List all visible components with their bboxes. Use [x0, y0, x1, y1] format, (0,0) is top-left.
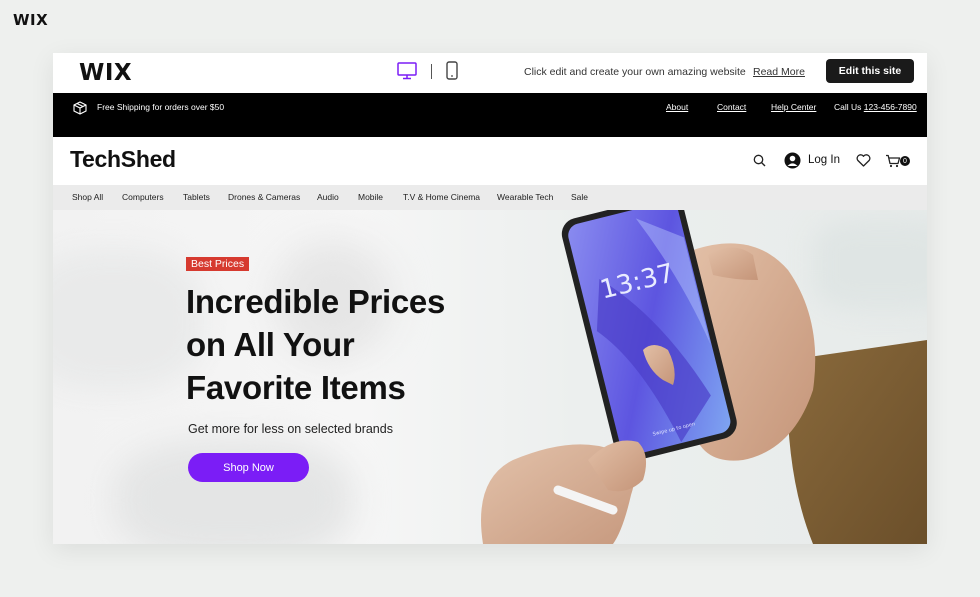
- free-shipping-text: Free Shipping for orders over $50: [97, 102, 225, 112]
- nav-drones-cameras[interactable]: Drones & Cameras: [228, 192, 300, 202]
- wix-corner-logo: WIX: [13, 11, 49, 29]
- hero-subheadline: Get more for less on selected brands: [188, 422, 393, 436]
- phone-link[interactable]: 123-456-7890: [864, 102, 917, 112]
- device-separator: [431, 64, 432, 79]
- site-logo[interactable]: TechShed: [70, 146, 176, 173]
- user-avatar-icon[interactable]: [784, 152, 801, 169]
- announcement-bar: Free Shipping for orders over $50 About …: [53, 93, 927, 137]
- about-link[interactable]: About: [666, 102, 688, 112]
- nav-audio[interactable]: Audio: [317, 192, 339, 202]
- hero-headline-line: Favorite Items: [186, 369, 406, 406]
- help-center-link[interactable]: Help Center: [771, 102, 816, 112]
- shop-now-button[interactable]: Shop Now: [188, 453, 309, 482]
- hero-banner: 13:37 Swipe up to open Best Prices Incre…: [53, 210, 927, 544]
- call-us: Call Us 123-456-7890: [834, 102, 917, 112]
- site-preview-frame: WIX Click edit and create your own amazi…: [53, 53, 927, 544]
- heart-icon[interactable]: [856, 154, 871, 167]
- category-nav: Shop All Computers Tablets Drones & Came…: [53, 185, 927, 210]
- edit-site-button[interactable]: Edit this site: [826, 59, 914, 83]
- desktop-view-icon[interactable]: [397, 62, 417, 80]
- wix-editor-bar: WIX Click edit and create your own amazi…: [53, 53, 927, 93]
- nav-sale[interactable]: Sale: [571, 192, 588, 202]
- nav-wearable-tech[interactable]: Wearable Tech: [497, 192, 553, 202]
- hero-headline: Incredible Prices on All Your Favorite I…: [186, 280, 506, 409]
- wix-logo[interactable]: WIX: [79, 60, 132, 86]
- hero-headline-line: Incredible Prices: [186, 283, 446, 320]
- package-icon: [73, 101, 87, 115]
- contact-link[interactable]: Contact: [717, 102, 746, 112]
- search-icon[interactable]: [753, 154, 766, 167]
- hero-headline-line: on All Your: [186, 326, 355, 363]
- mobile-view-icon[interactable]: [446, 61, 458, 80]
- nav-tv-home-cinema[interactable]: T.V & Home Cinema: [403, 192, 480, 202]
- call-us-label: Call Us: [834, 102, 862, 112]
- nav-mobile[interactable]: Mobile: [358, 192, 383, 202]
- cart-icon[interactable]: [885, 154, 901, 168]
- cart-count-badge: 0: [900, 156, 910, 166]
- site-header: TechShed Log In 0: [53, 137, 927, 185]
- read-more-link[interactable]: Read More: [753, 66, 805, 78]
- best-prices-badge: Best Prices: [186, 257, 250, 271]
- nav-shop-all[interactable]: Shop All: [72, 192, 103, 202]
- nav-computers[interactable]: Computers: [122, 192, 164, 202]
- login-link[interactable]: Log In: [808, 154, 840, 166]
- nav-tablets[interactable]: Tablets: [183, 192, 210, 202]
- wix-promo-message: Click edit and create your own amazing w…: [524, 66, 746, 78]
